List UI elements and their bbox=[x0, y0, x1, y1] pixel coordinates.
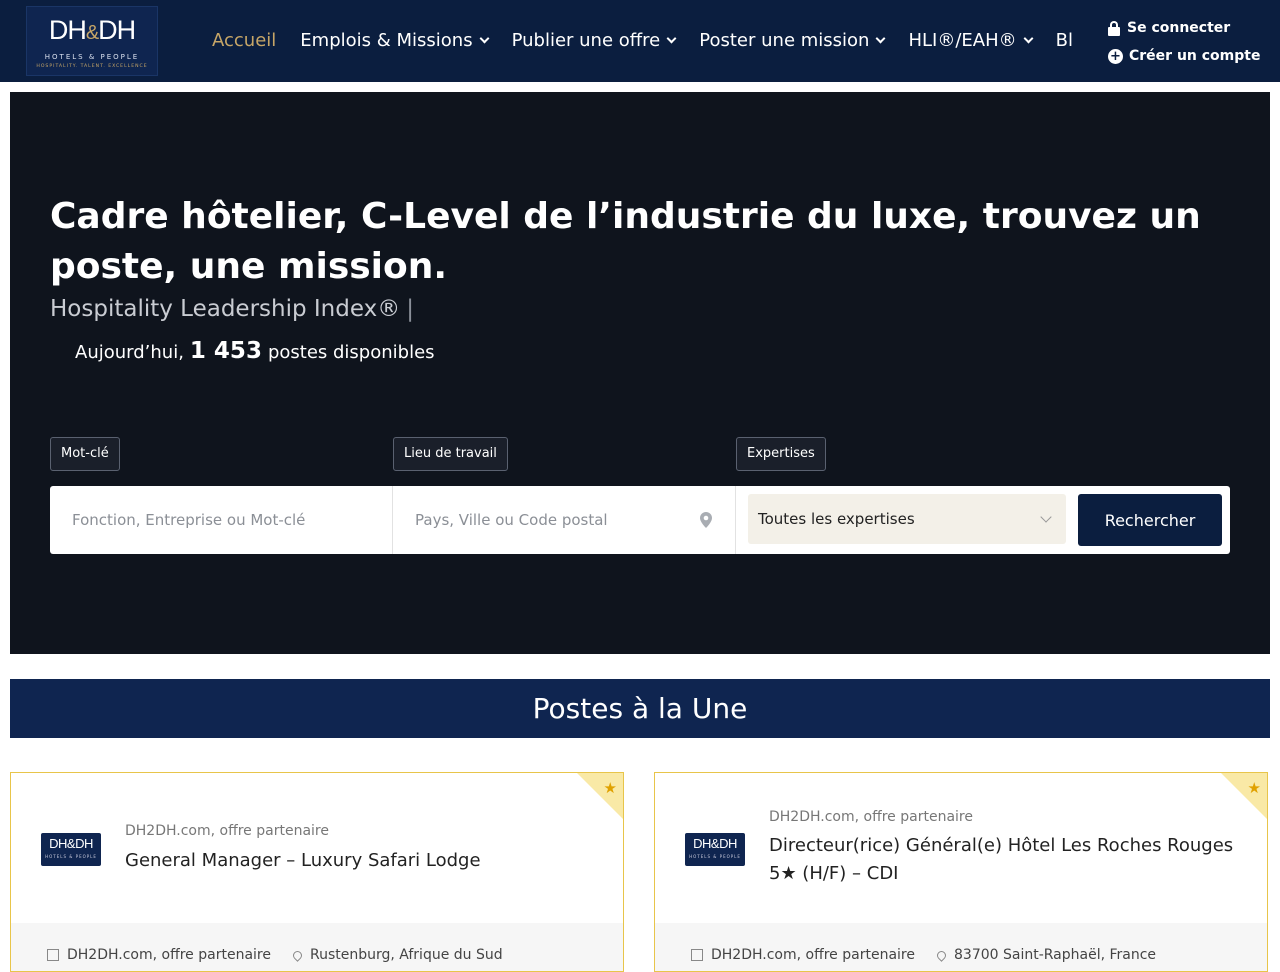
job-meta-location: Rustenburg, Afrique du Sud bbox=[291, 947, 503, 963]
job-meta-company: DH2DH.com, offre partenaire bbox=[691, 947, 915, 963]
job-meta-location: 83700 Saint-Raphaël, France bbox=[935, 947, 1156, 963]
job-meta-company: DH2DH.com, offre partenaire bbox=[47, 947, 271, 963]
logo-tagline: HOTELS & PEOPLE bbox=[44, 53, 140, 61]
nav-item-blog[interactable]: Bl bbox=[1056, 30, 1073, 51]
nav-item-emplois-missions[interactable]: Emplois & Missions bbox=[300, 30, 490, 51]
login-link[interactable]: Se connecter bbox=[1108, 14, 1260, 42]
job-title[interactable]: Directeur(rice) Général(e) Hôtel Les Roc… bbox=[769, 832, 1239, 888]
hero-subtitle: Hospitality Leadership Index® | bbox=[50, 296, 414, 322]
star-icon: ★ bbox=[1247, 779, 1261, 797]
star-icon: ★ bbox=[603, 779, 617, 797]
register-link[interactable]: + Créer un compte bbox=[1108, 42, 1260, 70]
main-nav: Accueil Emplois & Missions Publier une o… bbox=[212, 28, 1080, 52]
logo-mark: DH&DH bbox=[48, 15, 136, 45]
plus-circle-icon: + bbox=[1108, 48, 1123, 64]
search-bar: Toutes les expertises Rechercher bbox=[50, 486, 1230, 554]
hero-section: Cadre hôtelier, C-Level de l’industrie d… bbox=[10, 92, 1270, 654]
chevron-down-icon bbox=[479, 33, 490, 43]
typing-caret: | bbox=[406, 296, 414, 322]
chevron-down-icon bbox=[1023, 33, 1034, 43]
lock-icon bbox=[1108, 20, 1121, 36]
building-icon bbox=[47, 949, 59, 961]
map-pin-icon bbox=[700, 512, 712, 528]
logo-slogan: HOSPITALITY. TALENT. EXCELLENCE bbox=[36, 64, 148, 69]
company-logo: DH&DH HOTELS & PEOPLE bbox=[41, 833, 101, 866]
location-label: Lieu de travail bbox=[393, 437, 508, 471]
auth-links: Se connecter + Créer un compte bbox=[1108, 14, 1260, 70]
keyword-input[interactable] bbox=[50, 486, 392, 554]
job-card[interactable]: ★ DH&DH HOTELS & PEOPLE DH2DH.com, offre… bbox=[10, 772, 624, 972]
site-header: DH&DH HOTELS & PEOPLE HOSPITALITY. TALEN… bbox=[0, 0, 1280, 82]
search-button[interactable]: Rechercher bbox=[1078, 494, 1222, 546]
company-logo: DH&DH HOTELS & PEOPLE bbox=[685, 833, 745, 866]
job-card[interactable]: ★ DH&DH HOTELS & PEOPLE DH2DH.com, offre… bbox=[654, 772, 1268, 972]
divider bbox=[735, 486, 736, 554]
expertise-label: Expertises bbox=[736, 437, 826, 471]
job-count: Aujourd’hui, 1 453 postes disponibles bbox=[75, 338, 435, 364]
nav-item-accueil[interactable]: Accueil bbox=[212, 30, 276, 51]
featured-title: Postes à la Une bbox=[10, 679, 1270, 738]
building-icon bbox=[691, 949, 703, 961]
site-logo[interactable]: DH&DH HOTELS & PEOPLE HOSPITALITY. TALEN… bbox=[26, 6, 158, 76]
location-input[interactable] bbox=[393, 486, 693, 554]
chevron-down-icon bbox=[876, 33, 886, 43]
location-pin-icon bbox=[291, 948, 304, 962]
nav-item-publier-offre[interactable]: Publier une offre bbox=[512, 30, 677, 51]
chevron-down-icon bbox=[666, 33, 677, 43]
nav-item-poster-mission[interactable]: Poster une mission bbox=[699, 30, 886, 51]
location-pin-icon bbox=[935, 948, 948, 962]
job-company: DH2DH.com, offre partenaire bbox=[125, 823, 329, 839]
expertise-select[interactable]: Toutes les expertises bbox=[748, 494, 1066, 544]
job-company: DH2DH.com, offre partenaire bbox=[769, 809, 973, 825]
job-count-value: 1 453 bbox=[189, 338, 262, 364]
job-title[interactable]: General Manager – Luxury Safari Lodge bbox=[125, 847, 595, 875]
nav-item-hli-eah[interactable]: HLI®/EAH® bbox=[908, 30, 1034, 51]
keyword-label: Mot-clé bbox=[50, 437, 120, 471]
hero-title: Cadre hôtelier, C-Level de l’industrie d… bbox=[50, 196, 1201, 287]
chevron-down-icon bbox=[1040, 511, 1052, 523]
